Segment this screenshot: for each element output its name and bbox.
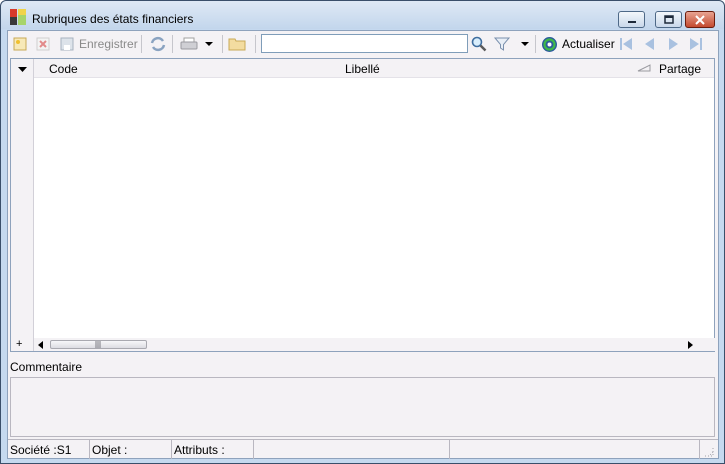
- status-empty-2: [450, 440, 700, 459]
- save-label: Enregistrer: [79, 37, 138, 51]
- search-icon: [471, 36, 487, 52]
- status-attributs: Attributs :: [172, 440, 254, 459]
- first-record-button[interactable]: [618, 34, 634, 54]
- toolbar-separator: [172, 35, 173, 53]
- app-icon: [10, 9, 26, 25]
- close-button[interactable]: [685, 11, 715, 28]
- last-record-button[interactable]: [688, 34, 704, 54]
- column-header-partage[interactable]: Partage: [659, 62, 701, 76]
- horizontal-scrollbar[interactable]: [34, 338, 715, 351]
- window-title: Rubriques des états financiers: [32, 12, 194, 26]
- grid-header: Code Libellé Partage: [34, 59, 714, 78]
- first-icon: [620, 38, 632, 50]
- print-button[interactable]: [179, 34, 214, 54]
- refresh-label: Actualiser: [562, 37, 615, 51]
- toolbar-separator: [535, 35, 536, 53]
- scrollbar-thumb[interactable]: [50, 340, 147, 349]
- new-icon: [13, 37, 27, 51]
- column-header-code[interactable]: Code: [49, 62, 78, 76]
- refresh-icon: [542, 36, 557, 52]
- client-area: Enregistrer Actualiser + Code Libellé Pa…: [7, 30, 719, 459]
- status-bar: Société :S1 Objet : Attributs :: [8, 439, 718, 459]
- status-objet: Objet :: [90, 440, 172, 459]
- toolbar-separator: [255, 35, 256, 53]
- status-societe: Société :S1: [8, 440, 90, 459]
- scroll-left-icon[interactable]: [38, 341, 44, 349]
- column-header-libelle[interactable]: Libellé: [345, 62, 380, 76]
- toolbar: Enregistrer Actualiser: [8, 31, 718, 57]
- row-selector-column: +: [11, 59, 34, 351]
- next-record-button[interactable]: [665, 34, 681, 54]
- search-button[interactable]: [471, 34, 487, 54]
- filter-button[interactable]: [494, 34, 530, 54]
- column-chooser-icon[interactable]: [18, 67, 27, 73]
- restore-button[interactable]: [655, 11, 682, 28]
- minimize-button[interactable]: [618, 11, 645, 28]
- filter-icon: [494, 37, 510, 51]
- scroll-right-icon[interactable]: [687, 341, 693, 349]
- toolbar-separator: [141, 35, 142, 53]
- refresh-button[interactable]: Actualiser: [541, 34, 615, 54]
- print-icon: [180, 37, 198, 50]
- expand-all-icon[interactable]: +: [16, 338, 22, 350]
- comment-label: Commentaire: [10, 360, 83, 374]
- sync-icon: [150, 36, 166, 52]
- grip-icon: [95, 341, 101, 348]
- dropdown-arrow-icon: [521, 42, 529, 46]
- filter-indicator-icon[interactable]: [637, 64, 651, 72]
- comment-field[interactable]: [10, 377, 715, 437]
- data-grid[interactable]: + Code Libellé Partage: [10, 58, 715, 352]
- delete-button[interactable]: [35, 34, 51, 54]
- title-bar[interactable]: Rubriques des états financiers: [1, 1, 724, 29]
- previous-record-button[interactable]: [642, 34, 658, 54]
- search-input[interactable]: [261, 34, 468, 53]
- toolbar-separator: [222, 35, 223, 53]
- dropdown-arrow-icon: [205, 42, 213, 46]
- folder-icon: [228, 38, 246, 51]
- folder-button[interactable]: [228, 34, 246, 54]
- save-icon: [60, 37, 74, 51]
- app-window: Rubriques des états financiers Enregistr…: [0, 0, 725, 464]
- minimize-icon: [627, 20, 636, 23]
- sync-button[interactable]: [149, 34, 167, 54]
- next-icon: [669, 38, 678, 50]
- last-icon: [690, 38, 702, 50]
- restore-icon: [663, 15, 674, 24]
- close-icon: [695, 14, 705, 25]
- new-button[interactable]: [12, 34, 28, 54]
- prev-icon: [645, 38, 654, 50]
- status-empty-1: [254, 440, 450, 459]
- save-button[interactable]: Enregistrer: [59, 34, 138, 54]
- delete-icon: [36, 37, 50, 51]
- resize-grip-icon[interactable]: [704, 447, 714, 457]
